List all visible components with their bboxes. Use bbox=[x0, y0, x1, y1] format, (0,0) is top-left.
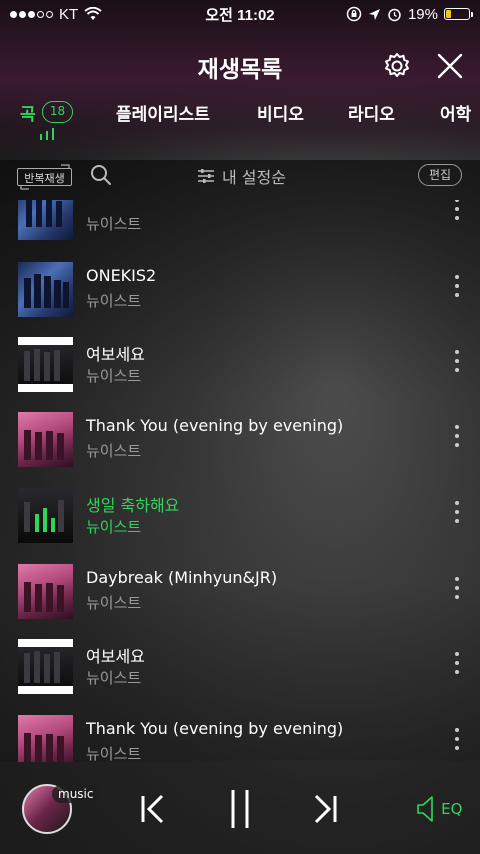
song-artist: 뉴이스트 bbox=[86, 367, 142, 385]
speaker-icon bbox=[417, 796, 433, 822]
more-options-icon[interactable] bbox=[450, 723, 464, 762]
list-item[interactable]: Thank You (evening by evening) 뉴이스트 bbox=[0, 412, 480, 476]
song-title: ' ' ' ' bbox=[86, 200, 119, 208]
album-cover bbox=[18, 262, 73, 317]
sort-filter-icon bbox=[198, 169, 214, 183]
more-options-icon[interactable] bbox=[450, 200, 464, 233]
album-cover bbox=[18, 715, 73, 762]
mini-player: music EQ bbox=[0, 762, 480, 854]
song-artist: 뉴이스트 bbox=[86, 518, 142, 536]
settings-icon[interactable] bbox=[381, 50, 413, 82]
more-options-icon[interactable] bbox=[450, 420, 464, 460]
list-item[interactable]: 여보세요 뉴이스트 bbox=[0, 337, 480, 401]
alarm-icon bbox=[388, 8, 401, 21]
song-count-badge: 18 bbox=[42, 101, 73, 123]
more-options-icon[interactable] bbox=[450, 647, 464, 687]
signal-icon bbox=[10, 10, 53, 18]
tab-language[interactable]: 어학 bbox=[440, 100, 471, 125]
song-artist: 뉴이스트 bbox=[86, 669, 142, 687]
wifi-icon bbox=[84, 7, 102, 20]
pause-icon[interactable] bbox=[226, 786, 254, 832]
tab-videos[interactable]: 비디오 bbox=[257, 100, 304, 125]
more-options-icon[interactable] bbox=[450, 270, 464, 310]
song-title: 생일 축하해요 bbox=[86, 496, 180, 515]
album-cover bbox=[18, 412, 73, 467]
repeat-button[interactable]: 반복재생 bbox=[17, 162, 73, 190]
album-cover bbox=[18, 639, 73, 694]
list-toolbar: 반복재생 내 설정순 편집 bbox=[0, 158, 480, 194]
song-artist: 뉴이스트 bbox=[86, 745, 142, 762]
song-title: Thank You (evening by evening) bbox=[86, 416, 344, 435]
song-title: Daybreak (Minhyun&JR) bbox=[86, 568, 278, 587]
list-item[interactable]: ' ' ' ' 뉴이스트 bbox=[0, 200, 480, 249]
battery-icon bbox=[444, 8, 473, 20]
album-cover bbox=[18, 564, 73, 619]
list-item[interactable]: Daybreak (Minhyun&JR) 뉴이스트 bbox=[0, 564, 480, 628]
song-title: ONEKIS2 bbox=[86, 266, 157, 285]
album-cover bbox=[18, 337, 73, 392]
previous-track-icon[interactable] bbox=[138, 786, 168, 832]
album-cover bbox=[18, 488, 73, 543]
list-item-now-playing[interactable]: 생일 축하해요 뉴이스트 bbox=[0, 488, 480, 552]
close-icon[interactable] bbox=[434, 50, 466, 82]
song-artist: 뉴이스트 bbox=[86, 292, 142, 310]
location-icon bbox=[368, 8, 380, 20]
eq-button[interactable]: EQ bbox=[416, 794, 462, 824]
battery-percent: 19% bbox=[407, 5, 438, 23]
status-right: 19% bbox=[346, 5, 473, 23]
source-tag: music bbox=[52, 785, 100, 803]
eq-label: EQ bbox=[441, 800, 463, 818]
status-left: KT bbox=[10, 6, 102, 23]
search-icon[interactable] bbox=[90, 164, 112, 186]
list-item[interactable]: ONEKIS2 뉴이스트 bbox=[0, 262, 480, 326]
equalizer-indicator-icon bbox=[40, 128, 54, 140]
list-item[interactable]: 여보세요 뉴이스트 bbox=[0, 639, 480, 703]
song-artist: 뉴이스트 bbox=[86, 594, 142, 612]
song-title: 여보세요 bbox=[86, 647, 145, 666]
edit-button[interactable]: 편집 bbox=[418, 164, 462, 186]
more-options-icon[interactable] bbox=[450, 496, 464, 536]
carrier-label: KT bbox=[59, 5, 79, 23]
song-artist: 뉴이스트 bbox=[86, 442, 142, 460]
tab-playlists[interactable]: 플레이리스트 bbox=[116, 100, 210, 125]
more-options-icon[interactable] bbox=[450, 572, 464, 612]
next-track-icon[interactable] bbox=[310, 786, 340, 832]
header: 재생목록 bbox=[0, 40, 480, 88]
album-cover bbox=[18, 200, 73, 240]
song-title: Thank You (evening by evening) bbox=[86, 719, 344, 738]
tab-radio[interactable]: 라디오 bbox=[348, 100, 395, 125]
more-options-icon[interactable] bbox=[450, 345, 464, 385]
song-artist: 뉴이스트 bbox=[86, 215, 142, 233]
sort-label: 내 설정순 bbox=[222, 168, 286, 187]
list-item[interactable]: Thank You (evening by evening) 뉴이스트 bbox=[0, 715, 480, 762]
rotation-lock-icon bbox=[346, 6, 362, 22]
status-bar: KT 오전 11:02 19% bbox=[0, 0, 480, 28]
song-list: ' ' ' ' 뉴이스트 ONEKIS2 뉴이스트 여보세요 뉴이스트 Than… bbox=[0, 200, 480, 762]
song-title: 여보세요 bbox=[86, 345, 145, 364]
tab-bar: 곡 플레이리스트 비디오 라디오 어학 bbox=[0, 98, 480, 138]
repeat-label: 반복재생 bbox=[24, 172, 65, 185]
sort-button[interactable]: 내 설정순 bbox=[196, 164, 286, 188]
tab-songs[interactable]: 곡 bbox=[20, 100, 36, 125]
